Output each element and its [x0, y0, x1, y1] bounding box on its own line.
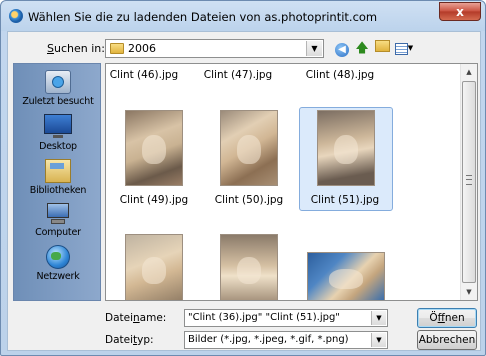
place-recent[interactable]: Zuletzt besucht	[14, 70, 102, 107]
place-libraries[interactable]: Bibliotheken	[14, 159, 102, 196]
file-item-label[interactable]: Clint (50).jpg	[205, 194, 293, 206]
view-menu-icon[interactable]: ▼	[393, 40, 415, 57]
close-button[interactable]: x	[439, 2, 481, 21]
filename-label-pre: Datei	[105, 312, 134, 324]
file-item-label[interactable]: Clint (46).jpg	[106, 69, 188, 81]
place-computer-label: Computer	[35, 227, 81, 238]
file-thumbnail[interactable]	[125, 234, 183, 300]
file-item-label[interactable]: Clint (47).jpg	[194, 69, 282, 81]
look-in-value: 2006	[128, 42, 156, 55]
open-button[interactable]: Öffnen	[417, 308, 477, 328]
open-label-pre: Ö	[429, 312, 438, 324]
file-thumbnail[interactable]	[220, 234, 278, 300]
scroll-up-icon[interactable]: ▲	[461, 64, 477, 80]
chevron-down-icon[interactable]: ▼	[371, 333, 386, 347]
file-list[interactable]: Clint (46).jpg Clint (47).jpg Clint (48)…	[105, 63, 478, 301]
file-thumbnail[interactable]	[317, 110, 375, 186]
place-libraries-label: Bibliotheken	[29, 185, 87, 196]
filetype-label-post: yp:	[137, 334, 154, 346]
file-open-dialog: Wählen Sie die zu ladenden Dateien von a…	[0, 0, 486, 356]
place-desktop-label: Desktop	[39, 141, 77, 152]
vertical-scrollbar[interactable]: ▲ ▼	[460, 64, 477, 300]
filename-label-post: ame:	[139, 312, 167, 324]
filename-value: "Clint (36).jpg" "Clint (51).jpg"	[188, 312, 340, 323]
browser-icon	[9, 9, 23, 23]
title-bar: Wählen Sie die zu ladenden Dateien von a…	[1, 1, 485, 31]
place-computer[interactable]: Computer	[14, 203, 102, 238]
places-bar: Zuletzt besucht Desktop Bibliotheken Com…	[13, 63, 101, 301]
place-network[interactable]: Netzwerk	[14, 245, 102, 282]
cancel-button[interactable]: Abbrechen	[417, 330, 477, 350]
computer-icon	[45, 203, 71, 225]
filetype-label: Dateityp:	[105, 334, 154, 346]
look-in-label-text: uchen in:	[53, 42, 105, 55]
filename-label-accel: n	[133, 312, 140, 324]
window-title: Wählen Sie die zu ladenden Dateien von a…	[28, 10, 378, 24]
chevron-down-icon[interactable]: ▼	[371, 311, 386, 325]
recent-places-icon	[45, 70, 71, 94]
libraries-icon	[45, 159, 71, 183]
place-desktop[interactable]: Desktop	[14, 114, 102, 152]
file-thumbnail[interactable]	[220, 110, 278, 186]
chevron-down-icon[interactable]: ▼	[306, 41, 322, 56]
open-label-accel: f	[437, 312, 445, 324]
look-in-label: Suchen in:	[47, 42, 105, 55]
look-in-dropdown[interactable]: 2006 ▼	[105, 39, 324, 58]
filename-input[interactable]: "Clint (36).jpg" "Clint (51).jpg" ▼	[184, 309, 388, 327]
scroll-down-icon[interactable]: ▼	[461, 284, 477, 300]
file-item-label[interactable]: Clint (51).jpg	[301, 194, 389, 206]
scrollbar-thumb[interactable]	[462, 81, 476, 283]
new-folder-icon[interactable]	[373, 40, 391, 57]
open-label-post: fnen	[444, 312, 465, 324]
grip-icon	[466, 175, 472, 185]
filetype-select[interactable]: Bilder (*.jpg, *.jpeg, *.gif, *.png) ▼	[184, 331, 388, 349]
file-item-label[interactable]: Clint (49).jpg	[110, 194, 198, 206]
place-network-label: Netzwerk	[36, 271, 80, 282]
file-thumbnail[interactable]	[125, 110, 183, 186]
filetype-value: Bilder (*.jpg, *.jpeg, *.gif, *.png)	[188, 334, 349, 345]
desktop-icon	[44, 114, 72, 138]
filename-label: Dateiname:	[105, 312, 166, 324]
file-thumbnail[interactable]	[307, 252, 385, 300]
filetype-label-pre: Datei	[105, 334, 134, 346]
folder-icon	[110, 43, 124, 54]
back-icon[interactable]: ◀	[333, 40, 351, 57]
network-icon	[46, 245, 70, 269]
file-item-label[interactable]: Clint (48).jpg	[296, 69, 384, 81]
up-folder-icon[interactable]: 🡅	[353, 40, 371, 57]
place-recent-label: Zuletzt besucht	[22, 96, 94, 107]
look-in-label-accel: S	[47, 42, 54, 55]
